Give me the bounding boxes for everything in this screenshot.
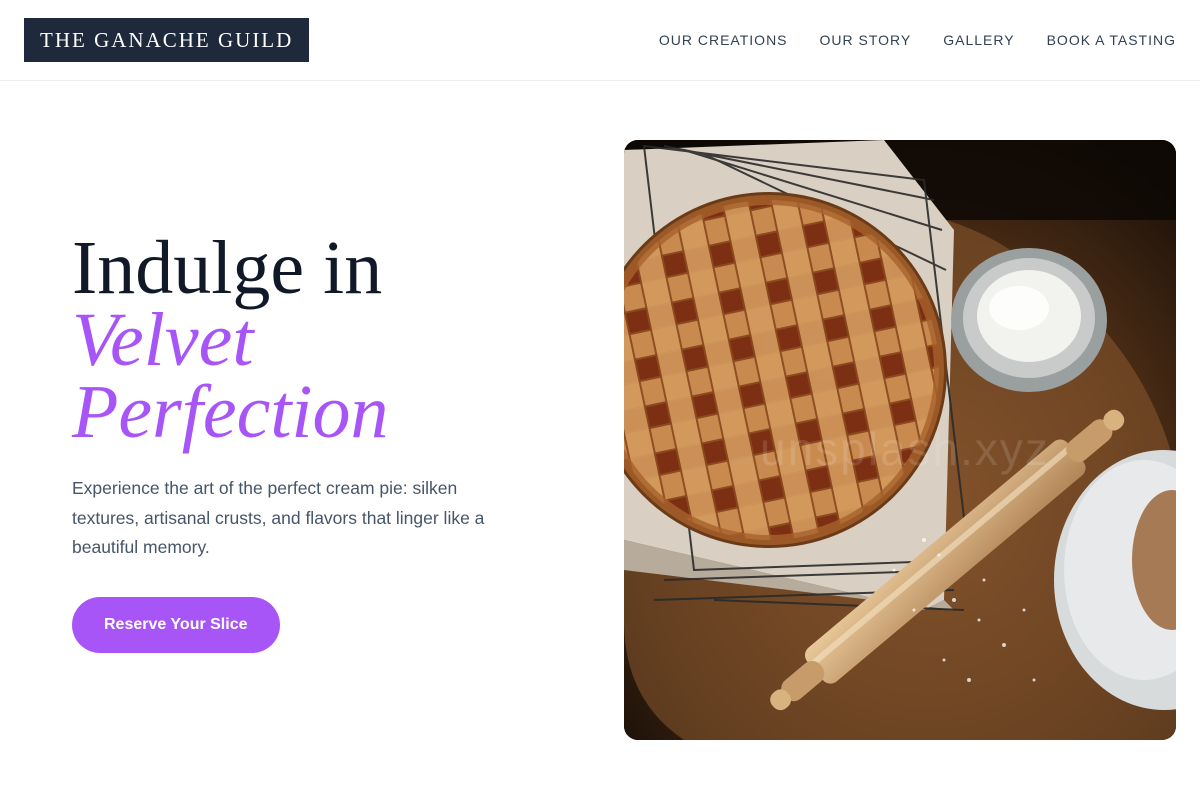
headline-accent-line2: Perfection [72, 370, 389, 454]
hero-section: Indulge in Velvet Perfection Experience … [72, 230, 542, 653]
flour-bowl [951, 248, 1107, 392]
nav-item-our-story[interactable]: OUR STORY [820, 32, 912, 48]
hero-headline: Indulge in Velvet Perfection [72, 230, 542, 454]
image-watermark: unsplash.xyz [760, 423, 1050, 475]
site-header: THE GANACHE GUILD OUR CREATIONS OUR STOR… [0, 0, 1200, 81]
main-nav: OUR CREATIONS OUR STORY GALLERY BOOK A T… [659, 0, 1176, 80]
hero-description: Experience the art of the perfect cream … [72, 478, 485, 557]
headline-accent-line1: Velvet [72, 298, 254, 382]
brand-logo[interactable]: THE GANACHE GUILD [24, 18, 310, 62]
nav-item-book-a-tasting[interactable]: BOOK A TASTING [1047, 32, 1176, 48]
nav-item-gallery[interactable]: GALLERY [943, 32, 1014, 48]
reserve-slice-button[interactable]: Reserve Your Slice [72, 596, 280, 653]
nav-item-our-creations[interactable]: OUR CREATIONS [659, 32, 788, 48]
hero-image: unsplash.xyz [624, 140, 1176, 740]
